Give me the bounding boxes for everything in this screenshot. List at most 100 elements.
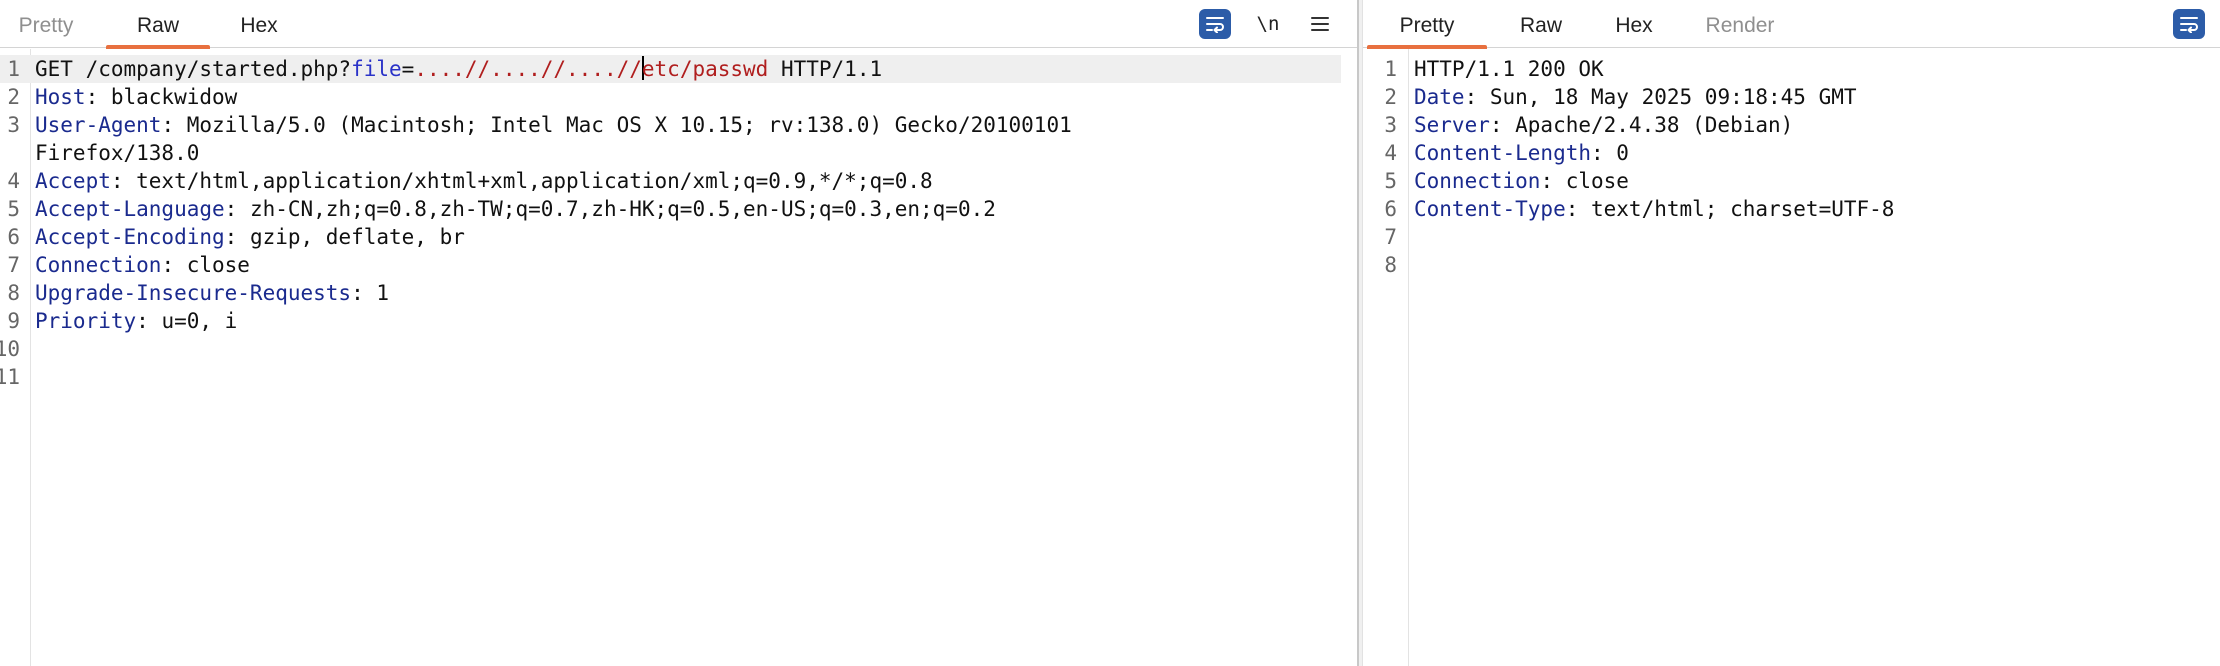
- code-text: : close: [1540, 169, 1629, 193]
- line-content: User-Agent: Mozilla/5.0 (Macintosh; Inte…: [35, 111, 1072, 139]
- code-text: : text/html,application/xhtml+xml,applic…: [110, 169, 933, 193]
- code-line: 4 Content-Length: 0: [1363, 139, 2220, 167]
- code-line: 8: [1363, 251, 2220, 279]
- response-editor[interactable]: 1 HTTP/1.1 200 OK 2 Date: Sun, 18 May 2025 …: [1363, 49, 2220, 666]
- line-number: 4: [7, 169, 20, 193]
- request-lines: 1 GET /company/started.php?file=....//...…: [0, 55, 1357, 391]
- line-content: Date: Sun, 18 May 2025 09:18:45 GMT: [1414, 83, 1857, 111]
- response-lines: 1 HTTP/1.1 200 OK 2 Date: Sun, 18 May 2025 …: [1363, 55, 2220, 279]
- code-line: 1 HTTP/1.1 200 OK: [1363, 55, 2220, 83]
- header-name: Priority: [35, 309, 137, 333]
- code-text: : Mozilla/5.0 (Macintosh; Intel Mac OS X…: [161, 113, 1072, 137]
- line-number: 7: [7, 253, 20, 277]
- line-content: Accept: text/html,application/xhtml+xml,…: [35, 167, 933, 195]
- line-number: 8: [7, 281, 20, 305]
- code-line: 11: [0, 363, 1357, 391]
- line-number: 3: [1384, 113, 1397, 137]
- code-text: : blackwidow: [85, 85, 238, 109]
- header-name: Date: [1414, 85, 1465, 109]
- line-number: 10: [0, 337, 20, 361]
- tab-pretty[interactable]: Pretty: [0, 0, 92, 48]
- code-line: Firefox/138.0: [0, 139, 1357, 167]
- response-pane: Pretty Raw Hex Render 1 HTTP/1.1 200 OK 2 D…: [1363, 0, 2220, 666]
- line-number: 6: [1384, 197, 1397, 221]
- line-content: Firefox/138.0: [35, 139, 199, 167]
- code-line: 5 Connection: close: [1363, 167, 2220, 195]
- header-name: Connection: [1414, 169, 1541, 193]
- code-text: =: [401, 57, 415, 81]
- code-text: : close: [161, 253, 250, 277]
- header-name: Accept: [35, 169, 111, 193]
- response-tab-bar: Pretty Raw Hex Render: [1363, 0, 2220, 49]
- header-name: User-Agent: [35, 113, 162, 137]
- code-line: 5 Accept-Language: zh-CN,zh;q=0.8,zh-TW;q…: [0, 195, 1357, 223]
- request-tab-bar: Pretty Raw Hex \n: [0, 0, 1357, 49]
- line-content: Content-Type: text/html; charset=UTF-8: [1414, 195, 1894, 223]
- code-text: : Apache/2.4.38 (Debian): [1489, 113, 1794, 137]
- header-name: Connection: [35, 253, 162, 277]
- code-text: : gzip, deflate, br: [224, 225, 465, 249]
- line-content: Accept-Encoding: gzip, deflate, br: [35, 223, 465, 251]
- code-line: 6 Content-Type: text/html; charset=UTF-8: [1363, 195, 2220, 223]
- text-wrap-button[interactable]: [1199, 9, 1231, 39]
- tab-hex[interactable]: Hex: [1597, 0, 1671, 48]
- line-number: 1: [1384, 57, 1397, 81]
- code-line: 3 User-Agent: Mozilla/5.0 (Macintosh; Int…: [0, 111, 1357, 139]
- code-line: 2 Host: blackwidow: [0, 83, 1357, 111]
- header-name: Server: [1414, 113, 1490, 137]
- line-content: Server: Apache/2.4.38 (Debian): [1414, 111, 1793, 139]
- line-number: 8: [1384, 253, 1397, 277]
- line-content: Host: blackwidow: [35, 83, 237, 111]
- header-name: Upgrade-Insecure-Requests: [35, 281, 352, 305]
- line-number: 4: [1384, 141, 1397, 165]
- code-line: 8 Upgrade-Insecure-Requests: 1: [0, 279, 1357, 307]
- param-value: ....//....//....//: [414, 57, 642, 81]
- line-content: Accept-Language: zh-CN,zh;q=0.8,zh-TW;q=…: [35, 195, 996, 223]
- header-name: Accept-Encoding: [35, 225, 225, 249]
- param-name: file: [351, 57, 402, 81]
- line-content: Connection: close: [35, 251, 250, 279]
- text-wrap-icon: [2180, 17, 2198, 33]
- line-number: 3: [7, 113, 20, 137]
- code-line: 2 Date: Sun, 18 May 2025 09:18:45 GMT: [1363, 83, 2220, 111]
- param-value: etc/passwd: [641, 57, 769, 81]
- tab-render[interactable]: Render: [1685, 0, 1795, 48]
- line-number: 7: [1384, 225, 1397, 249]
- line-content: Upgrade-Insecure-Requests: 1: [35, 279, 389, 307]
- code-text: : text/html; charset=UTF-8: [1565, 197, 1895, 221]
- line-content: Priority: u=0, i: [35, 307, 237, 335]
- header-name: Content-Type: [1414, 197, 1566, 221]
- code-text: : u=0, i: [136, 309, 238, 333]
- header-name: Host: [35, 85, 86, 109]
- line-number: 11: [0, 365, 20, 389]
- line-number: 5: [1384, 169, 1397, 193]
- line-content: Connection: close: [1414, 167, 1629, 195]
- menu-button[interactable]: [1305, 9, 1335, 39]
- request-pane: Pretty Raw Hex \n 1 GET /company/started.…: [0, 0, 1357, 666]
- code-line: 4 Accept: text/html,application/xhtml+xml…: [0, 167, 1357, 195]
- tab-pretty[interactable]: Pretty: [1367, 0, 1487, 49]
- line-number: 1: [7, 57, 20, 81]
- code-line: 3 Server: Apache/2.4.38 (Debian): [1363, 111, 2220, 139]
- tab-raw[interactable]: Raw: [106, 0, 210, 49]
- text-wrap-icon: [1206, 17, 1224, 33]
- code-text: HTTP/1.1 200 OK: [1414, 57, 1604, 81]
- code-text: GET /company/started.php?: [35, 57, 352, 81]
- request-editor[interactable]: 1 GET /company/started.php?file=....//...…: [0, 49, 1357, 666]
- code-line: 6 Accept-Encoding: gzip, deflate, br: [0, 223, 1357, 251]
- text-wrap-button[interactable]: [2173, 9, 2205, 39]
- tab-raw[interactable]: Raw: [1499, 0, 1583, 48]
- show-newlines-button[interactable]: \n: [1253, 9, 1283, 39]
- header-name: Accept-Language: [35, 197, 225, 221]
- code-line: 10: [0, 335, 1357, 363]
- code-text: : Sun, 18 May 2025 09:18:45 GMT: [1464, 85, 1857, 109]
- header-name: Content-Length: [1414, 141, 1592, 165]
- code-line: 7: [1363, 223, 2220, 251]
- line-number: 6: [7, 225, 20, 249]
- line-number: 2: [1384, 85, 1397, 109]
- code-line: 7 Connection: close: [0, 251, 1357, 279]
- code-text: : zh-CN,zh;q=0.8,zh-TW;q=0.7,zh-HK;q=0.5…: [224, 197, 996, 221]
- code-text: Firefox/138.0: [35, 141, 200, 165]
- code-text: : 1: [351, 281, 390, 305]
- tab-hex[interactable]: Hex: [222, 0, 296, 48]
